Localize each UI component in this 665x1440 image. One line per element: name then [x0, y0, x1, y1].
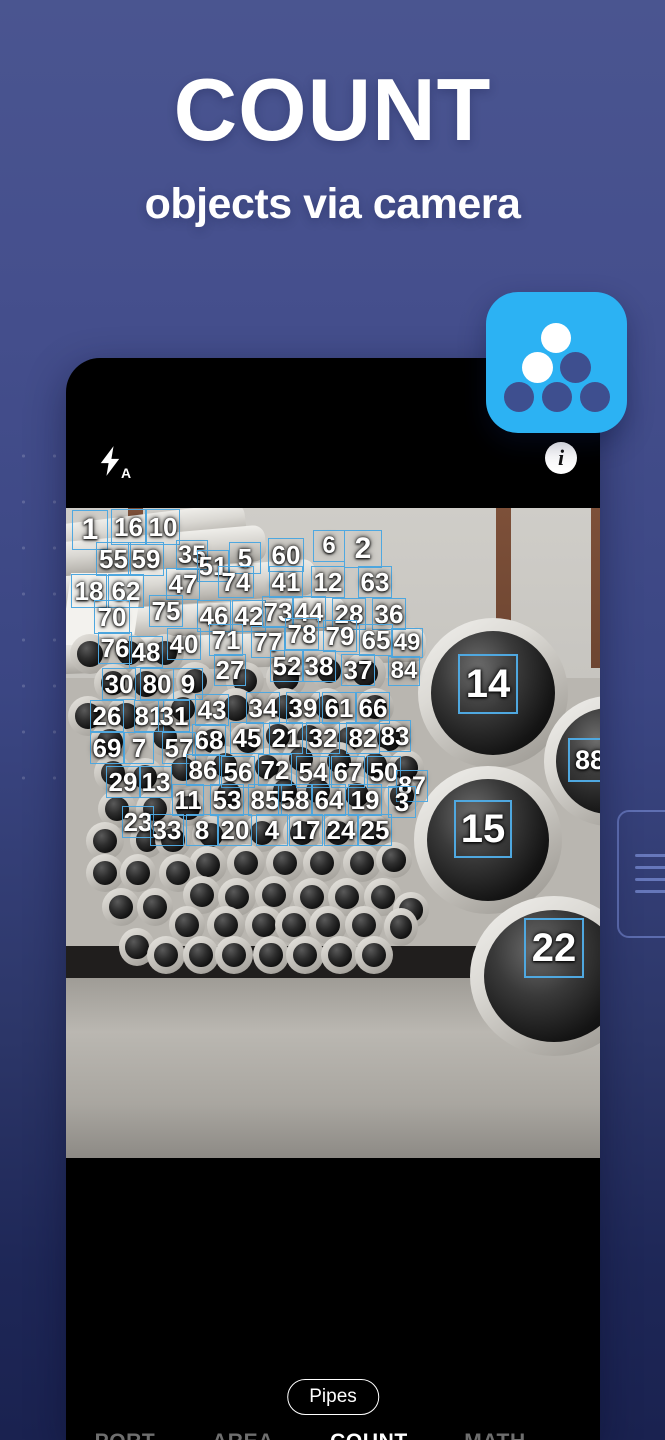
detection-box[interactable]: 12	[311, 566, 345, 598]
doc-line	[635, 878, 665, 881]
detection-box[interactable]: 79	[323, 620, 357, 652]
detection-box[interactable]: 29	[106, 766, 140, 798]
doc-line	[635, 866, 665, 869]
detection-box[interactable]: 58	[278, 784, 312, 816]
detection-box[interactable]: 43	[195, 694, 229, 726]
detection-box[interactable]: 2	[344, 530, 382, 568]
info-icon[interactable]: i	[545, 442, 577, 474]
detection-box[interactable]: 69	[90, 732, 124, 764]
detection-box[interactable]: 38	[302, 650, 336, 682]
detection-box[interactable]: 52	[270, 650, 304, 682]
detection-box[interactable]: 39	[286, 692, 320, 724]
detection-box[interactable]: 85	[248, 784, 282, 816]
icon-dot-bottom-left	[504, 382, 534, 412]
detection-box[interactable]: 33	[150, 814, 184, 846]
camera-preview[interactable]: 1 16 10 35 5 60 6 2 55 59 51 18 62 47 74 41 12 63 70 75 46 42…	[66, 508, 600, 1158]
detection-box[interactable]: 80	[140, 668, 174, 700]
icon-dot-bottom-center	[542, 382, 572, 412]
icon-dot-bottom-right	[580, 382, 610, 412]
detection-box[interactable]: 59	[128, 542, 164, 576]
tab-count-label: COUNT	[330, 1430, 408, 1440]
detection-box[interactable]: 27	[214, 654, 246, 686]
detection-box[interactable]: 83	[379, 720, 411, 752]
detection-box[interactable]: 71	[209, 624, 243, 656]
detection-box[interactable]: 21	[269, 722, 303, 754]
detection-box[interactable]: 7	[124, 732, 154, 764]
detection-box[interactable]: 15	[454, 800, 512, 858]
mode-tab-bar: PORT AREA COUNT MATH	[66, 1430, 600, 1440]
detection-box[interactable]: 41	[269, 566, 303, 598]
detection-box[interactable]: 48	[129, 636, 163, 668]
icon-dot-top	[541, 323, 571, 353]
tab-math[interactable]: MATH	[436, 1430, 554, 1440]
detection-box[interactable]: 30	[102, 668, 136, 700]
photo-post	[591, 508, 600, 668]
detection-box[interactable]: 6	[313, 530, 345, 562]
detection-box[interactable]: 14	[458, 654, 518, 714]
detection-box[interactable]: 32	[306, 722, 340, 754]
detection-box[interactable]: 88	[568, 738, 600, 782]
detection-box[interactable]: 70	[94, 600, 130, 634]
detection-box[interactable]: 65	[359, 624, 393, 656]
detection-box[interactable]: 26	[90, 700, 124, 732]
detection-box[interactable]: 34	[246, 692, 280, 724]
detection-box[interactable]: 74	[218, 566, 254, 598]
page-subtitle: objects via camera	[144, 180, 521, 228]
doc-line	[635, 890, 665, 893]
detection-box[interactable]: 11	[172, 784, 204, 816]
detection-box[interactable]: 55	[96, 542, 131, 576]
detection-box[interactable]: 68	[192, 724, 226, 756]
detection-box[interactable]: 10	[146, 509, 180, 545]
detection-box[interactable]: 3	[388, 786, 416, 818]
detection-box[interactable]: 25	[358, 814, 392, 846]
detection-box[interactable]: 53	[210, 784, 244, 816]
detection-box[interactable]: 19	[348, 784, 382, 816]
detection-box[interactable]: 61	[322, 692, 356, 724]
detection-box[interactable]: 37	[341, 654, 375, 686]
tab-area[interactable]: AREA	[184, 1430, 302, 1440]
detection-box[interactable]: 4	[256, 814, 288, 846]
phone-mockup: A i 1 16 10 35 5 60 6 2 55 59 51 18 62 4…	[66, 358, 600, 1440]
decorative-document-card	[617, 810, 665, 938]
icon-dot-mid-right	[560, 352, 591, 383]
app-icon	[486, 292, 627, 433]
detection-box[interactable]: 86	[186, 754, 220, 786]
tab-export[interactable]: PORT	[66, 1430, 184, 1440]
tab-count[interactable]: COUNT	[302, 1430, 436, 1440]
detection-box[interactable]: 16	[111, 509, 146, 545]
icon-dot-mid-left	[522, 352, 553, 383]
decorative-dot-grid	[0, 425, 62, 820]
detection-box[interactable]: 31	[158, 700, 190, 732]
doc-line	[635, 854, 665, 857]
detection-box[interactable]: 45	[230, 722, 264, 754]
promo-header: COUNT objects via camera	[0, 0, 665, 229]
flash-mode-label: A	[121, 465, 132, 481]
detection-box[interactable]: 84	[388, 656, 420, 686]
detection-box[interactable]: 63	[358, 566, 392, 598]
detection-box[interactable]: 22	[524, 918, 584, 978]
detection-box[interactable]: 40	[167, 628, 201, 660]
detection-box[interactable]: 17	[289, 814, 323, 846]
detection-box[interactable]: 49	[391, 628, 423, 658]
detection-box[interactable]: 78	[285, 618, 319, 650]
detection-box[interactable]: 72	[258, 754, 292, 786]
detection-box[interactable]: 64	[312, 784, 346, 816]
detection-box[interactable]: 13	[140, 766, 172, 798]
page-title: COUNT	[173, 60, 492, 159]
detection-box[interactable]: 20	[218, 814, 252, 846]
detection-box[interactable]: 75	[149, 595, 183, 627]
detection-box[interactable]: 82	[346, 722, 380, 754]
detection-box[interactable]: 76	[98, 632, 132, 664]
object-type-pill[interactable]: Pipes	[287, 1379, 379, 1415]
detection-box[interactable]: 24	[324, 814, 358, 846]
detection-box[interactable]: 8	[186, 814, 218, 846]
